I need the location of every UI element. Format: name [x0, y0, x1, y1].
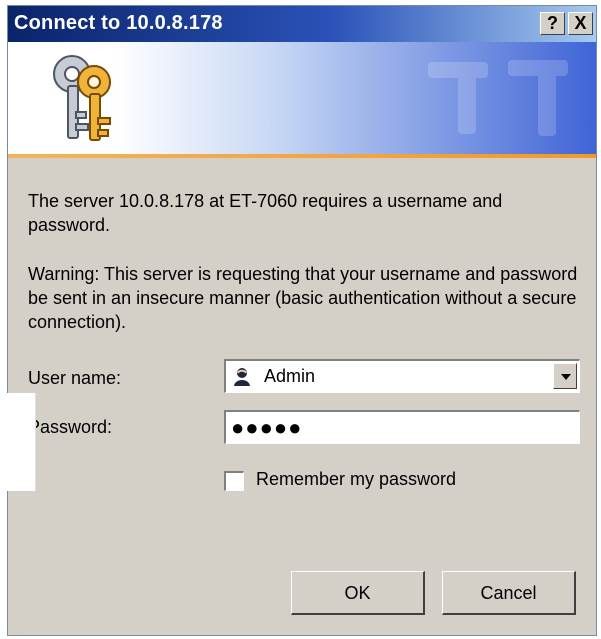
cancel-button[interactable]: Cancel: [442, 571, 576, 615]
password-value: ●●●●●: [231, 415, 303, 440]
chevron-down-icon[interactable]: [553, 363, 577, 389]
password-field[interactable]: ●●●●●: [224, 410, 580, 444]
warning-text: Warning: This server is requesting that …: [28, 264, 578, 332]
username-combobox[interactable]: Admin: [224, 359, 580, 393]
overlay-patch: [0, 393, 36, 491]
connect-dialog: Connect to 10.0.8.178 ? X The server 10.…: [7, 5, 597, 636]
username-label: User name:: [28, 368, 122, 388]
user-icon: [234, 368, 250, 386]
background-keys-icon: [428, 60, 568, 136]
ok-button[interactable]: OK: [291, 571, 425, 615]
window-title: Connect to 10.0.8.178: [14, 12, 223, 34]
intro-text: The server 10.0.8.178 at ET-7060 require…: [28, 191, 503, 235]
keys-icon: [53, 55, 111, 141]
close-button[interactable]: X: [568, 12, 593, 35]
password-label: Password:: [28, 417, 113, 437]
title-bar[interactable]: Connect to 10.0.8.178 ? X: [8, 6, 596, 42]
remember-password-label[interactable]: Remember my password: [256, 469, 456, 490]
header-banner: [8, 42, 596, 154]
banner-accent-line: [8, 154, 596, 158]
username-value: Admin: [264, 366, 316, 386]
help-button[interactable]: ?: [540, 12, 565, 35]
remember-password-checkbox[interactable]: [224, 471, 244, 491]
